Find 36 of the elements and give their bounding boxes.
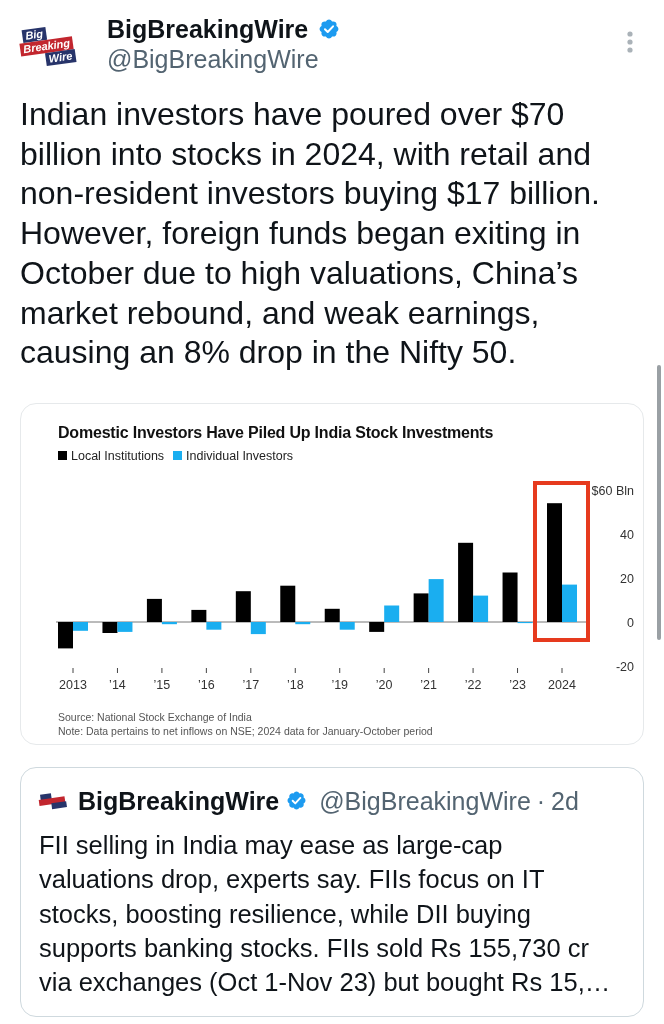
x-axis-label: ’20: [375, 677, 393, 692]
logo-icon: [38, 790, 68, 811]
x-axis-label: ’19: [331, 677, 349, 692]
y-axis-label: $60 Bln: [591, 483, 634, 498]
author-handle[interactable]: @BigBreakingWire: [319, 785, 531, 816]
y-axis-label: 20: [620, 571, 634, 586]
chart-note: Note: Data pertains to net inflows on NSE; 2024 data for January-October period: [58, 723, 434, 738]
y-axis-label: 0: [627, 615, 634, 630]
x-axis-label: ’14: [109, 677, 126, 692]
logo-word: Big: [21, 26, 47, 44]
x-axis-label: ’23: [509, 677, 526, 692]
author-name[interactable]: BigBreakingWire: [78, 785, 280, 816]
legend-label: Individual Investors: [186, 447, 294, 464]
author-name[interactable]: BigBreakingWire: [107, 14, 309, 44]
chart-title: Domestic Investors Have Piled Up India Stock Investments: [58, 422, 495, 443]
scrollbar[interactable]: [657, 365, 661, 640]
meta-separator: ·: [536, 785, 546, 816]
y-axis-label: 40: [620, 527, 634, 542]
logo-word: Wire: [45, 49, 77, 67]
x-axis-label: ’17: [242, 677, 260, 692]
x-axis-label: 2024: [548, 677, 576, 692]
post-text: Indian investors have poured over $70 billion into stocks in 2024, with retail and non-resident investors buying $17 billion. However, foreign funds began exiting in October due to high valuations, China’s market rebound, and weak earnings, causing an 8% drop in the Nifty 50.: [20, 95, 601, 373]
more-options-icon[interactable]: [627, 31, 633, 53]
x-axis-label: ’18: [286, 677, 304, 692]
y-axis-label: -20: [615, 659, 634, 674]
legend-label: Local Institutions: [71, 447, 165, 464]
author-handle[interactable]: @BigBreakingWire: [107, 44, 341, 75]
x-axis-label: ’15: [153, 677, 171, 692]
post-time[interactable]: 2d: [551, 785, 579, 816]
x-axis-label: 2013: [59, 677, 87, 692]
x-axis-label: ’22: [464, 677, 482, 692]
chart-source: Source: National Stock Exchange of India: [58, 709, 253, 724]
quoted-post-card[interactable]: [20, 766, 644, 1017]
x-axis-label: ’16: [198, 677, 215, 692]
x-axis-label: ’21: [420, 677, 437, 692]
quoted-post-text: FII selling in India may ease as large-cap valuations drop, experts say. FIIs focus on IT stocks, boosting resilience, while DII buying supports banking stocks. FIIs sold Rs 155,730 cr via exchanges (Oct 1-Nov 23) but bought Rs 15,…: [39, 829, 612, 999]
